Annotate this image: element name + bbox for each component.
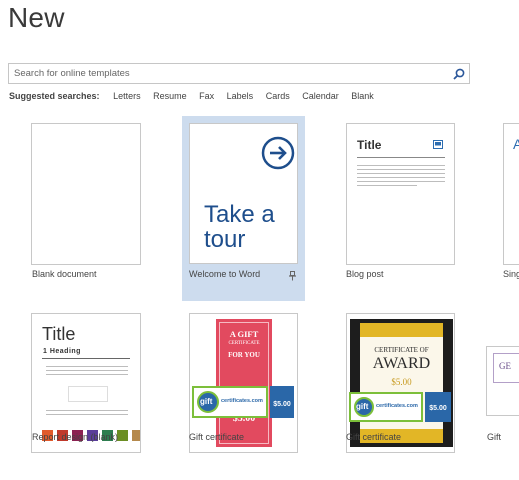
text-line [46,370,128,371]
suggested-link-cards[interactable]: Cards [266,91,290,101]
suggested-link-blank[interactable]: Blank [351,91,374,101]
blog-post-title: Title [357,138,382,152]
gift-card-red: A GIFT CERTIFICATE FOR YOU $5.00 [216,319,272,447]
template-label: Welcome to Word [189,269,261,279]
gift-line-b: CERTIFICATE [228,341,260,346]
arrow-right-circle-icon [261,136,295,170]
text-line [46,366,128,367]
brand-gift-text: gift [356,402,369,411]
gift-line-c: FOR YOU [228,351,260,359]
color-swatch [117,430,128,441]
price-badge: $5.00 [425,392,451,422]
template-label: Gift certificate [189,432,245,442]
text-line [46,414,128,415]
brand-text: certificates.com [221,398,263,404]
brand-text: certificates.com [376,403,418,409]
search-button[interactable] [451,66,466,81]
template-gift-certificate-2[interactable]: CERTIFICATE OF AWARD $5.00 gift certific… [340,310,470,480]
tour-text-line2: tour [204,226,246,253]
report-title: Title [42,324,76,344]
template-gift-partial[interactable]: GE Gift [481,310,519,480]
award-line-a: CERTIFICATE OF [374,346,429,354]
template-thumbnail: Take a tour [189,123,298,264]
template-thumbnail: A [503,123,519,265]
price-badge: $5.00 [270,386,294,418]
suggested-link-fax[interactable]: Fax [199,91,214,101]
template-gift-certificate-1[interactable]: A GIFT CERTIFICATE FOR YOU $5.00 gift ce… [183,310,313,480]
pin-icon[interactable] [288,271,297,281]
brand-gift-text: gift [200,397,213,406]
template-thumbnail [31,123,141,265]
award-line-b: AWARD [372,355,431,372]
suggested-searches: Suggested searches: Letters Resume Fax L… [9,91,379,101]
template-blog-post[interactable]: Title Blog post [340,118,470,288]
text-line [46,374,128,375]
suggested-link-resume[interactable]: Resume [153,91,187,101]
award-certificate: CERTIFICATE OF AWARD $5.00 [350,319,453,447]
text-line [357,177,445,178]
suggested-link-calendar[interactable]: Calendar [302,91,339,101]
certificates-brand-bar: gift certificates.com [192,386,268,418]
suggested-link-labels[interactable]: Labels [227,91,254,101]
template-blank-document[interactable]: Blank document [25,118,155,288]
color-swatch [132,430,140,441]
template-label: Gift [487,432,502,442]
divider [357,157,445,158]
price-badge-value: $5.00 [273,401,291,408]
template-label: Report design (blank) [32,432,119,442]
heading-rule [42,358,130,359]
template-thumbnail: GE [486,346,519,416]
text-line [357,165,445,166]
text-line [46,410,128,411]
text-line [357,185,417,186]
certificates-brand-bar: gift certificates.com [349,392,423,422]
template-label: Sing [503,269,519,279]
template-thumbnail: Title [346,123,455,265]
template-report-design[interactable]: Title 1 Heading Report design (blank) [25,310,155,480]
template-welcome-to-word[interactable]: Take a tour Welcome to Word [182,116,305,301]
price-badge-value: $5.00 [429,405,447,412]
template-label: Blank document [32,269,97,279]
template-single-spaced[interactable]: A Sing [498,118,519,288]
suggested-link-letters[interactable]: Letters [113,91,141,101]
image-icon [433,140,443,149]
placeholder-box [68,386,108,402]
award-price: $5.00 [391,377,412,387]
report-heading: 1 Heading [43,348,81,355]
tour-text-line1: Take a [204,201,275,228]
tour-text: Take a tour [204,202,275,252]
template-label: Blog post [346,269,384,279]
page-title: New [8,2,65,33]
suggested-searches-label: Suggested searches: [9,91,100,101]
text-line [357,181,445,182]
search-box[interactable] [8,63,470,84]
template-label: Gift certificate [346,432,402,442]
search-input[interactable] [9,64,445,83]
gift-line-a: A GIFT [229,329,259,339]
text-line [357,169,445,170]
text-line [357,173,445,174]
search-icon [452,68,464,80]
